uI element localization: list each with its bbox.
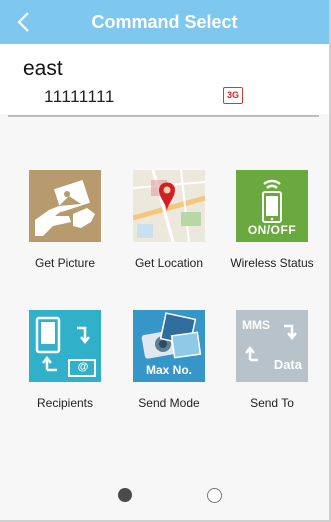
command-get-location[interactable]: Get Location [119,170,219,270]
divider [8,115,319,117]
command-recipients[interactable]: @ Recipients [15,310,115,410]
app-frame: Command Select east 11111111 3G Get Pict… [0,0,331,522]
network-badge: 3G [223,87,243,104]
phone-wifi-icon: ON/OFF [236,170,308,242]
page-dot-1[interactable] [118,488,132,502]
command-get-picture[interactable]: Get Picture [15,170,115,270]
command-label: Send Mode [138,396,200,410]
command-label: Send To [250,396,294,410]
command-send-to[interactable]: MMS Data Send To [222,310,322,410]
camera-icon: Max No. [133,310,205,382]
title-bar: Command Select [0,0,329,44]
wireless-badge: ON/OFF [247,223,297,237]
recipients-icon: @ [29,310,101,382]
command-label: Get Location [134,256,204,270]
device-name: east [23,57,63,80]
page-indicator [0,488,329,508]
at-badge: @ [77,361,89,373]
page-title: Command Select [91,12,238,32]
page-dot-2[interactable] [207,488,222,503]
map-pin-icon [133,170,205,242]
command-send-mode[interactable]: Max No. Send Mode [119,310,219,410]
picture-icon [29,170,101,242]
device-number: 11111111 [44,87,115,106]
command-label: Recipients [36,396,94,410]
command-label: Wireless Status [230,256,314,270]
device-info: east 11111111 3G [0,44,329,114]
command-wireless-status[interactable]: ON/OFF Wireless Status [222,170,322,270]
max-no-badge: Max No. [145,363,192,377]
command-label: Get Picture [34,256,96,270]
mms-data-icon: MMS Data [236,310,308,382]
